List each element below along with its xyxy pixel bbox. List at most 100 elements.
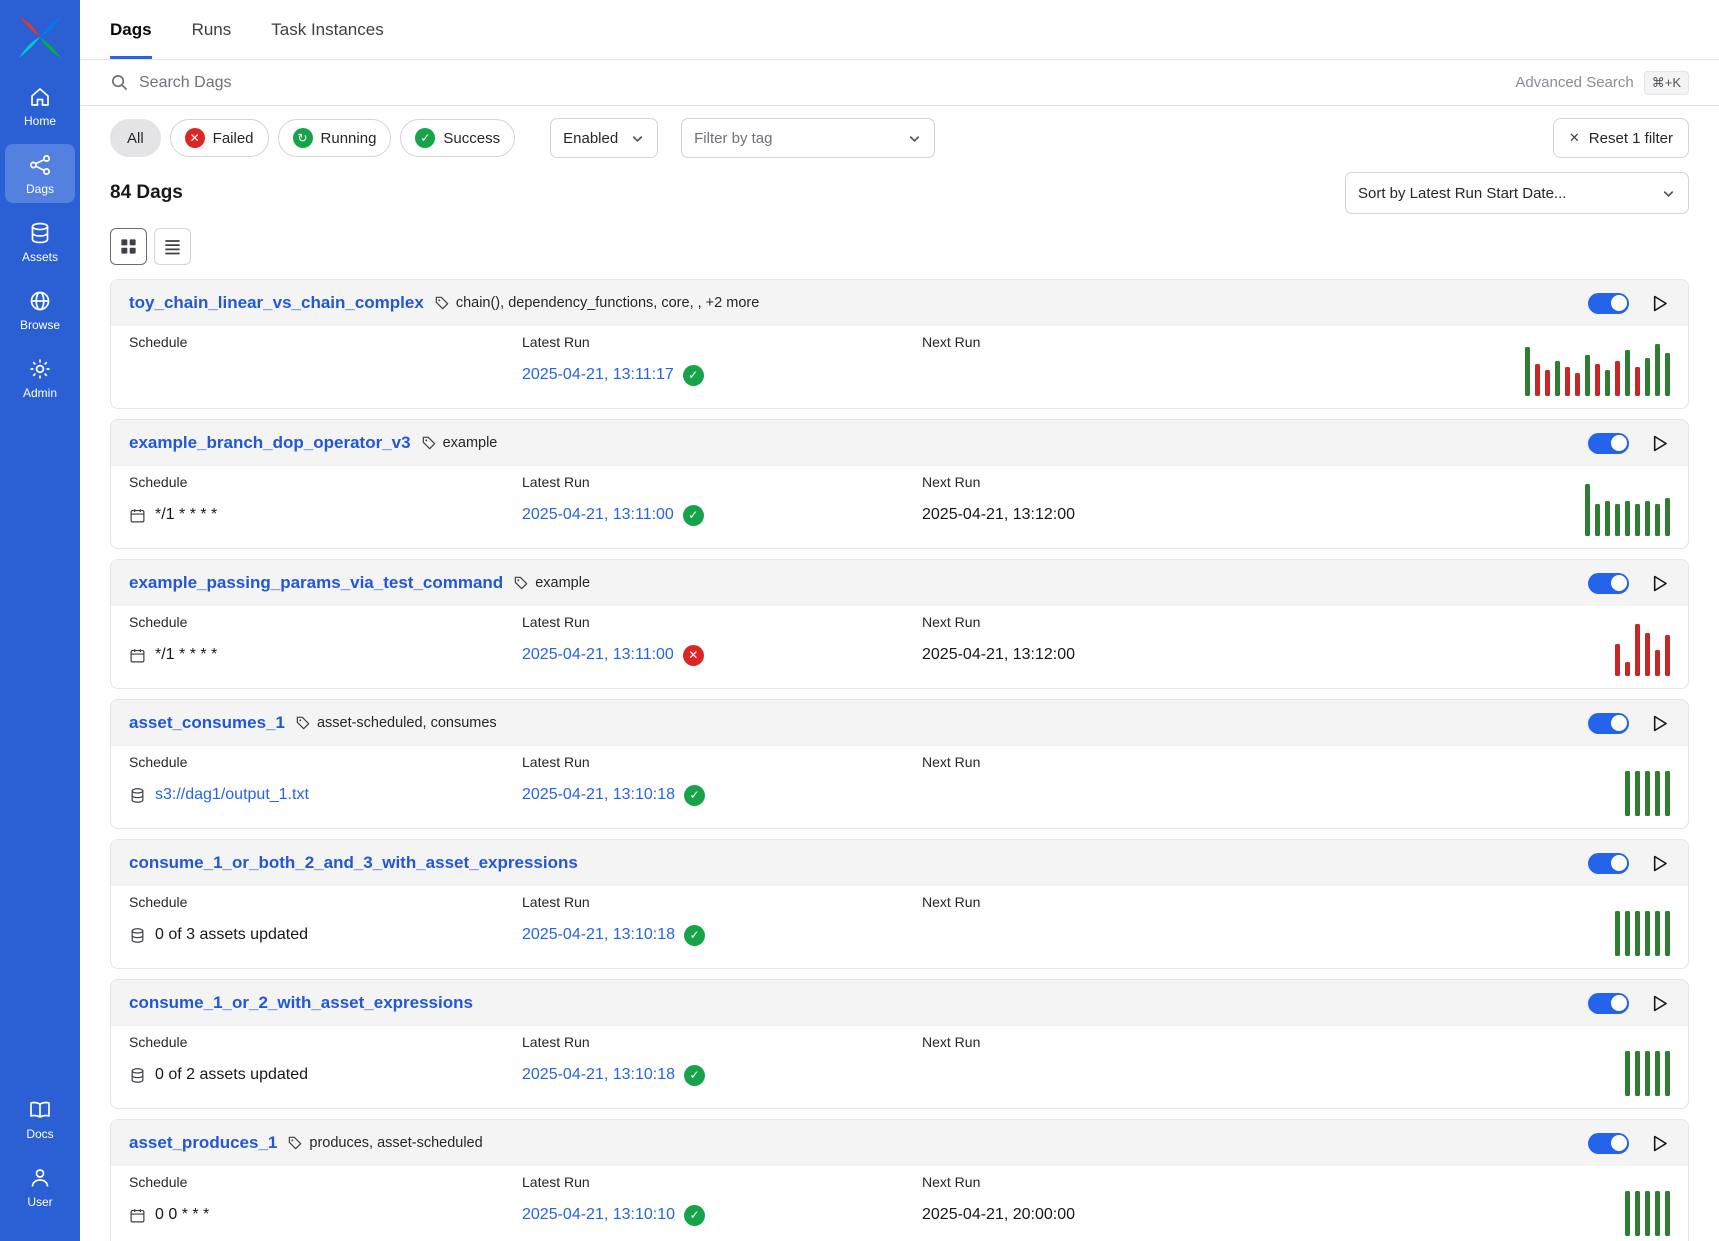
run-bar[interactable] xyxy=(1625,771,1630,816)
run-bar[interactable] xyxy=(1635,911,1640,956)
run-bar[interactable] xyxy=(1665,498,1670,536)
tab-dags[interactable]: Dags xyxy=(110,0,152,59)
trigger-dag-run-button[interactable] xyxy=(1649,1133,1670,1154)
run-history-bars[interactable] xyxy=(1485,758,1670,816)
trigger-dag-run-button[interactable] xyxy=(1649,293,1670,314)
run-bar[interactable] xyxy=(1565,367,1570,396)
run-bar[interactable] xyxy=(1665,1051,1670,1096)
run-bar[interactable] xyxy=(1555,361,1560,396)
dag-name-link[interactable]: consume_1_or_2_with_asset_expressions xyxy=(129,993,473,1013)
run-bar[interactable] xyxy=(1535,364,1540,396)
run-bar[interactable] xyxy=(1645,1191,1650,1236)
run-bar[interactable] xyxy=(1615,644,1620,676)
run-bar[interactable] xyxy=(1605,370,1610,396)
run-bar[interactable] xyxy=(1635,1051,1640,1096)
filter-failed-button[interactable]: ✕ Failed xyxy=(170,119,269,157)
tag-filter-select[interactable]: Filter by tag xyxy=(681,118,935,158)
run-bar[interactable] xyxy=(1525,347,1530,396)
dag-enabled-toggle[interactable] xyxy=(1588,853,1629,874)
list-view-button[interactable] xyxy=(154,228,191,265)
run-bar[interactable] xyxy=(1635,624,1640,676)
run-bar[interactable] xyxy=(1595,364,1600,396)
run-bar[interactable] xyxy=(1645,633,1650,677)
run-bar[interactable] xyxy=(1645,771,1650,816)
schedule-text[interactable]: s3://dag1/output_1.txt xyxy=(155,786,309,804)
latest-run-link[interactable]: 2025-04-21, 13:10:10 xyxy=(522,1206,675,1224)
filter-success-button[interactable]: ✓ Success xyxy=(400,119,515,157)
dag-enabled-toggle[interactable] xyxy=(1588,1133,1629,1154)
run-bar[interactable] xyxy=(1615,361,1620,396)
run-bar[interactable] xyxy=(1665,911,1670,956)
sidebar-item-dags[interactable]: Dags xyxy=(5,144,75,203)
run-bar[interactable] xyxy=(1665,635,1670,676)
schedule-text[interactable]: 0 0 * * * xyxy=(155,1206,209,1224)
dag-enabled-toggle[interactable] xyxy=(1588,713,1629,734)
run-bar[interactable] xyxy=(1655,911,1660,956)
run-bar[interactable] xyxy=(1605,501,1610,536)
run-history-bars[interactable] xyxy=(1485,1178,1670,1236)
search-input[interactable] xyxy=(139,74,1505,92)
run-bar[interactable] xyxy=(1665,1191,1670,1236)
run-bar[interactable] xyxy=(1645,358,1650,396)
run-bar[interactable] xyxy=(1625,350,1630,396)
filter-all-button[interactable]: All xyxy=(110,119,161,157)
latest-run-link[interactable]: 2025-04-21, 13:11:00 xyxy=(522,506,674,524)
sidebar-item-browse[interactable]: Browse xyxy=(5,280,75,339)
trigger-dag-run-button[interactable] xyxy=(1649,993,1670,1014)
run-bar[interactable] xyxy=(1655,1051,1660,1096)
run-bar[interactable] xyxy=(1645,1051,1650,1096)
run-bar[interactable] xyxy=(1645,911,1650,956)
trigger-dag-run-button[interactable] xyxy=(1649,853,1670,874)
filter-running-button[interactable]: ↻ Running xyxy=(278,119,392,157)
dag-enabled-toggle[interactable] xyxy=(1588,573,1629,594)
latest-run-link[interactable]: 2025-04-21, 13:10:18 xyxy=(522,1066,675,1084)
dag-name-link[interactable]: example_passing_params_via_test_command xyxy=(129,573,503,593)
dag-name-link[interactable]: toy_chain_linear_vs_chain_complex xyxy=(129,293,424,313)
latest-run-link[interactable]: 2025-04-21, 13:10:18 xyxy=(522,926,675,944)
run-bar[interactable] xyxy=(1655,771,1660,816)
run-bar[interactable] xyxy=(1615,911,1620,956)
run-bar[interactable] xyxy=(1635,771,1640,816)
enabled-filter-select[interactable]: Enabled xyxy=(550,118,658,158)
schedule-text[interactable]: */1 * * * * xyxy=(155,506,217,524)
trigger-dag-run-button[interactable] xyxy=(1649,433,1670,454)
run-bar[interactable] xyxy=(1595,504,1600,536)
dag-enabled-toggle[interactable] xyxy=(1588,293,1629,314)
latest-run-link[interactable]: 2025-04-21, 13:11:00 xyxy=(522,646,674,664)
run-bar[interactable] xyxy=(1645,501,1650,536)
sidebar-item-docs[interactable]: Docs xyxy=(5,1089,75,1148)
run-bar[interactable] xyxy=(1625,1051,1630,1096)
schedule-text[interactable]: */1 * * * * xyxy=(155,646,217,664)
run-bar[interactable] xyxy=(1625,501,1630,536)
latest-run-link[interactable]: 2025-04-21, 13:10:18 xyxy=(522,786,675,804)
run-bar[interactable] xyxy=(1635,504,1640,536)
sidebar-item-admin[interactable]: Admin xyxy=(5,348,75,407)
run-history-bars[interactable] xyxy=(1485,898,1670,956)
run-bar[interactable] xyxy=(1665,771,1670,816)
run-bar[interactable] xyxy=(1585,355,1590,396)
sidebar-item-home[interactable]: Home xyxy=(5,76,75,135)
tab-task-instances[interactable]: Task Instances xyxy=(271,0,383,59)
run-bar[interactable] xyxy=(1625,662,1630,677)
run-bar[interactable] xyxy=(1655,650,1660,676)
schedule-text[interactable]: 0 of 3 assets updated xyxy=(155,926,308,944)
run-bar[interactable] xyxy=(1575,373,1580,396)
card-view-button[interactable] xyxy=(110,228,147,265)
run-bar[interactable] xyxy=(1635,367,1640,396)
tab-runs[interactable]: Runs xyxy=(192,0,232,59)
run-bar[interactable] xyxy=(1545,370,1550,396)
dag-enabled-toggle[interactable] xyxy=(1588,433,1629,454)
run-bar[interactable] xyxy=(1625,911,1630,956)
run-history-bars[interactable] xyxy=(1485,1038,1670,1096)
dag-name-link[interactable]: asset_consumes_1 xyxy=(129,713,285,733)
run-history-bars[interactable] xyxy=(1485,478,1670,536)
sort-select[interactable]: Sort by Latest Run Start Date... xyxy=(1345,172,1689,214)
trigger-dag-run-button[interactable] xyxy=(1649,573,1670,594)
run-bar[interactable] xyxy=(1635,1191,1640,1236)
dag-name-link[interactable]: asset_produces_1 xyxy=(129,1133,277,1153)
run-bar[interactable] xyxy=(1665,353,1670,397)
run-history-bars[interactable] xyxy=(1485,338,1670,396)
sidebar-item-assets[interactable]: Assets xyxy=(5,212,75,271)
run-bar[interactable] xyxy=(1655,504,1660,536)
run-bar[interactable] xyxy=(1615,504,1620,536)
